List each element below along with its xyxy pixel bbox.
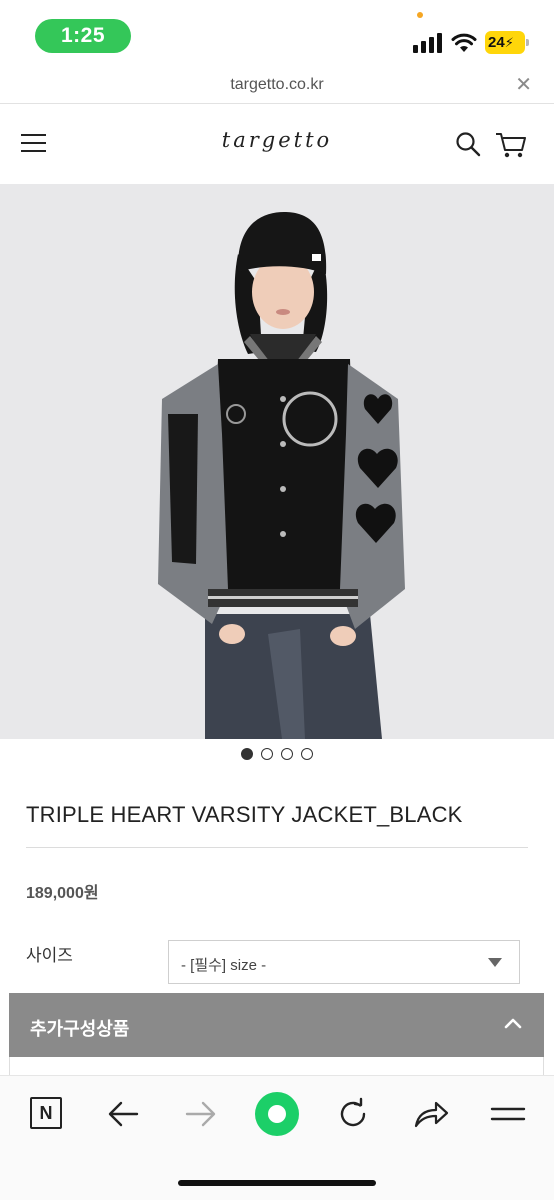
url-text[interactable]: targetto.co.kr xyxy=(0,76,554,94)
product-price: 189,000원 xyxy=(26,885,99,902)
size-select-value: - [필수] size - xyxy=(181,957,267,974)
chevron-up-icon xyxy=(504,1018,522,1029)
privacy-indicator-dot xyxy=(417,12,423,18)
home-icon[interactable] xyxy=(255,1092,299,1136)
size-select[interactable]: - [필수] size - xyxy=(168,940,520,984)
carousel-dot-1[interactable] xyxy=(241,748,253,760)
search-icon[interactable] xyxy=(455,131,481,157)
cellular-signal-icon xyxy=(413,32,443,53)
charging-bolt-icon: ⚡ xyxy=(504,35,514,50)
close-icon[interactable]: ✕ xyxy=(515,75,532,95)
caret-down-icon xyxy=(488,958,502,967)
cart-icon[interactable] xyxy=(495,131,527,159)
product-title: TRIPLE HEART VARSITY JACKET_BLACK xyxy=(26,802,463,827)
addon-products-label: 추가구성상품 xyxy=(30,1019,130,1039)
title-divider xyxy=(26,847,528,848)
carousel-dot-2[interactable] xyxy=(261,748,273,760)
addon-products-toggle[interactable]: 추가구성상품 xyxy=(9,993,544,1057)
menu-icon[interactable] xyxy=(488,1096,528,1132)
forward-arrow-icon[interactable] xyxy=(181,1096,221,1132)
battery-indicator: 24⚡ xyxy=(485,31,529,54)
back-arrow-icon[interactable] xyxy=(103,1096,143,1132)
wifi-icon xyxy=(451,33,477,52)
carousel-dots xyxy=(0,748,554,762)
addon-products-panel xyxy=(9,1057,544,1075)
battery-level: 24 xyxy=(488,34,505,51)
home-indicator xyxy=(178,1180,376,1186)
naver-icon[interactable]: N xyxy=(30,1097,62,1129)
status-time: 1:25 xyxy=(35,19,131,53)
refresh-icon[interactable] xyxy=(333,1096,373,1132)
product-image[interactable] xyxy=(0,184,554,739)
product-photo-illustration xyxy=(0,184,554,739)
url-bar[interactable]: targetto.co.kr ✕ xyxy=(0,68,554,104)
site-header: targetto xyxy=(0,104,554,184)
carousel-dot-4[interactable] xyxy=(301,748,313,760)
carousel-dot-3[interactable] xyxy=(281,748,293,760)
size-label: 사이즈 xyxy=(26,946,73,965)
status-bar: 1:25 24⚡ xyxy=(0,0,554,68)
share-icon[interactable] xyxy=(411,1096,451,1132)
